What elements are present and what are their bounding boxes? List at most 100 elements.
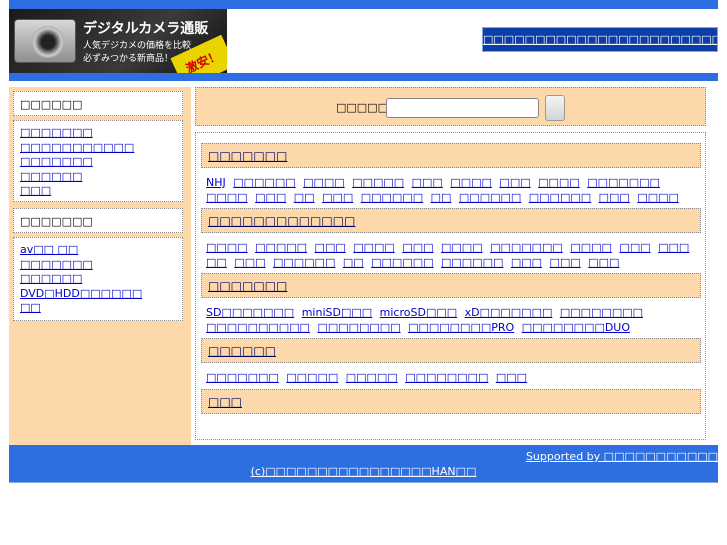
category-link[interactable]: □□□ <box>234 256 265 269</box>
category-link[interactable]: □□□ <box>496 371 527 384</box>
category-heading-link[interactable]: □□□□□□□ <box>208 149 287 163</box>
category-link[interactable]: □□□□□ <box>346 371 398 384</box>
category-link[interactable]: □□□□ <box>353 241 395 254</box>
lens-icon <box>32 26 64 58</box>
category-link[interactable]: □□□ <box>588 256 619 269</box>
sidebar-section2-links: av□□ □□ □□□□□□□ □□□□□□ DVD□HDD□□□□□□ □□ <box>13 237 183 321</box>
category-link[interactable]: □□□ <box>315 241 346 254</box>
copyright: (c)□□□□□□□□□□□□□□□□HAN□□ <box>9 465 718 478</box>
category-link[interactable]: □□ <box>206 256 227 269</box>
copyright-link[interactable]: (c)□□□□□□□□□□□□□□□□HAN□□ <box>251 465 477 478</box>
category-link[interactable]: □□□□□□ <box>441 256 503 269</box>
site-banner-logo[interactable]: デジタルカメラ通販 人気デジカメの価格を比較 必ずみつかる新商品！ 激安！ <box>9 9 227 73</box>
category-heading-link[interactable]: □□□□□□□□□□□□□ <box>208 214 355 228</box>
blue-band <box>9 73 718 81</box>
content: □□□□□□□ □□□□□□□ NHJ □□□□□□ □□□□ □□□□□ □□… <box>195 87 718 453</box>
category-heading: □□□□□□ <box>201 338 701 363</box>
category-link[interactable]: □□□□□ <box>352 176 404 189</box>
search-button[interactable] <box>545 95 565 121</box>
category-link[interactable]: □□□□ <box>441 241 483 254</box>
sidebar-link[interactable]: □□ <box>20 301 176 316</box>
category-link[interactable]: □□□□□ <box>286 371 338 384</box>
sidebar-section1-title: □□□□□□ <box>13 91 183 116</box>
category-link[interactable]: □□□□ <box>303 176 345 189</box>
banner-title: デジタルカメラ通販 <box>83 21 209 37</box>
sidebar-link[interactable]: □□□□□□□ <box>20 155 176 170</box>
category-link[interactable]: microSD□□□ <box>380 306 457 319</box>
category-link[interactable]: miniSD□□□ <box>302 306 372 319</box>
category-link[interactable]: xD□□□□□□□ <box>465 306 553 319</box>
category-link[interactable]: □□□ <box>511 256 542 269</box>
category-link[interactable]: □□ <box>294 191 315 204</box>
category-link[interactable]: □□□□□□ <box>371 256 433 269</box>
category-link[interactable]: □□□□□□□□ <box>317 321 400 334</box>
sidebar-section2-title: □□□□□□□ <box>13 208 183 233</box>
category-link[interactable]: □□□□ <box>637 191 679 204</box>
category-link[interactable]: □□□□□□□□DUO <box>522 321 630 334</box>
category-link[interactable]: □□ <box>431 191 452 204</box>
category-panel: □□□□□□□ NHJ □□□□□□ □□□□ □□□□□ □□□ □□□□ □… <box>195 132 706 440</box>
category-link[interactable]: □□□□□□ <box>361 191 423 204</box>
header: デジタルカメラ通販 人気デジカメの価格を比較 必ずみつかる新商品！ 激安！ □□… <box>9 9 718 73</box>
category-link[interactable]: SD□□□□□□□ <box>206 306 294 319</box>
category-heading: □□□ <box>201 389 701 414</box>
category-link[interactable]: □□□□□□ <box>273 256 335 269</box>
category-link[interactable]: □□□ <box>619 241 650 254</box>
category-link[interactable]: □□□□□□□□ <box>560 306 643 319</box>
search-input[interactable] <box>386 98 539 118</box>
header-top-link[interactable]: □□□□□□□□□□□□□□□□□□□□□□□□□□□□□ <box>482 27 718 52</box>
category-heading: □□□□□□□□□□□□□ <box>201 208 701 233</box>
category-link[interactable]: □□□□□□□ <box>587 176 660 189</box>
main-area: □□□□□□ □□□□□□□ □□□□□□□□□□□ □□□□□□□ □□□□□… <box>9 87 718 453</box>
banner-line2: 必ずみつかる新商品！ <box>83 54 174 64</box>
category-link[interactable]: □□□ <box>255 191 286 204</box>
supported-by-prefix: Supported by <box>525 450 601 463</box>
page: デジタルカメラ通販 人気デジカメの価格を比較 必ずみつかる新商品！ 激安！ □□… <box>9 0 718 453</box>
sidebar-link[interactable]: □□□□□□ <box>20 170 176 185</box>
category-link[interactable]: □□□□ <box>538 176 580 189</box>
category-link[interactable]: □□□ <box>499 176 530 189</box>
category-link[interactable]: □□□□□□□□ <box>405 371 488 384</box>
supported-by-name: □□□□□□□□□□□ <box>603 450 718 463</box>
category-heading: □□□□□□□ <box>201 273 701 298</box>
category-link[interactable]: □□□ <box>412 176 443 189</box>
sidebar: □□□□□□ □□□□□□□ □□□□□□□□□□□ □□□□□□□ □□□□□… <box>9 87 191 453</box>
category-link[interactable]: □□□ <box>550 256 581 269</box>
sidebar-link[interactable]: □□□□□□□□□□□ <box>20 141 176 156</box>
sidebar-section1-links: □□□□□□□ □□□□□□□□□□□ □□□□□□□ □□□□□□ □□□ <box>13 120 183 202</box>
sidebar-link[interactable]: □□□ <box>20 184 176 199</box>
category-link[interactable]: □□□ <box>322 191 353 204</box>
category-link[interactable]: □□□□□□□ <box>490 241 563 254</box>
category-link[interactable]: □□□□□□ <box>233 176 295 189</box>
category-link[interactable]: □□ <box>343 256 364 269</box>
supported-by: Supported by □□□□□□□□□□□ <box>526 450 718 463</box>
category-heading-link[interactable]: □□□ <box>208 395 242 409</box>
category-link[interactable]: □□□□□ <box>255 241 307 254</box>
category-link[interactable]: □□□ <box>599 191 630 204</box>
sidebar-link[interactable]: □□□□□□ <box>20 272 176 287</box>
category-heading-link[interactable]: □□□□□□ <box>208 344 276 358</box>
category-links: □□□□ □□□□□ □□□ □□□□ □□□ □□□□ □□□□□□□ □□□… <box>206 240 701 270</box>
search-area: □□□□□□□ <box>195 87 706 126</box>
category-link[interactable]: □□□□□□ <box>529 191 591 204</box>
category-heading-link[interactable]: □□□□□□□ <box>208 279 287 293</box>
sidebar-link[interactable]: □□□□□□□ <box>20 258 176 273</box>
sidebar-link[interactable]: DVD□HDD□□□□□□ <box>20 287 176 302</box>
category-link[interactable]: □□□□ <box>570 241 612 254</box>
footer: Supported by □□□□□□□□□□□ (c)□□□□□□□□□□□□… <box>9 445 718 483</box>
category-heading: □□□□□□□ <box>201 143 701 168</box>
category-link[interactable]: □□□□□□□ <box>206 371 279 384</box>
category-link[interactable]: □□□ <box>658 241 689 254</box>
category-link[interactable]: □□□ <box>402 241 433 254</box>
category-link[interactable]: □□□□□□□□□□ <box>206 321 310 334</box>
sidebar-link[interactable]: □□□□□□□ <box>20 126 176 141</box>
category-link[interactable]: □□□□□□ <box>459 191 521 204</box>
category-link[interactable]: NHJ <box>206 176 226 189</box>
category-link[interactable]: □□□□ <box>450 176 492 189</box>
sidebar-link[interactable]: av□□ □□ <box>20 243 176 258</box>
camera-icon <box>14 19 76 63</box>
category-link[interactable]: □□□□□□□□PRO <box>408 321 514 334</box>
category-link[interactable]: □□□□ <box>206 191 248 204</box>
category-link[interactable]: □□□□ <box>206 241 248 254</box>
supported-by-link[interactable]: Supported by □□□□□□□□□□□ <box>526 450 718 463</box>
